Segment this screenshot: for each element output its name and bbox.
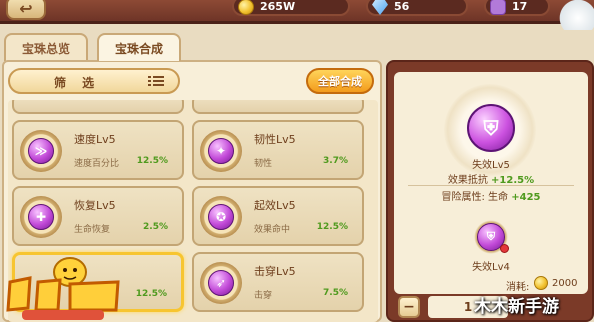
coin-icon <box>238 0 254 15</box>
adventure-attr-value: +425 <box>511 192 541 203</box>
speed-gem-icon: ≫ <box>28 138 54 164</box>
gem-name: 恢复Lv5 <box>74 199 116 212</box>
gem-card-toughness[interactable]: ✦ 韧性Lv5 韧性 3.7% <box>192 120 364 180</box>
gem-card-partial[interactable] <box>192 100 364 114</box>
filter-label: 筛 选 <box>54 76 101 90</box>
gem-frame: ≫ <box>20 130 62 172</box>
synthesize-all-button[interactable]: 全部合成 <box>306 68 374 94</box>
gem-name: 击穿Lv5 <box>254 265 296 278</box>
synthesis-detail-panel: ⛨ 失效Lv5 效果抵抗 +12.5% 冒险属性: 生命 +425 ⛨ 失效Lv… <box>386 60 594 322</box>
result-gem-name: 失效Lv5 <box>472 160 510 171</box>
game-logo <box>6 257 120 320</box>
tab-gem-synthesis[interactable]: 宝珠合成 <box>97 33 181 61</box>
synthesis-detail-card: ⛨ 失效Lv5 效果抵抗 +12.5% 冒险属性: 生命 +425 ⛨ 失效Lv… <box>394 72 588 294</box>
coin-icon <box>534 276 548 290</box>
gem-name: 起效Lv5 <box>254 199 296 212</box>
dice-icon <box>490 0 506 15</box>
gem-value: 12.5% <box>135 289 167 299</box>
adventure-attr-label: 冒险属性: 生命 <box>441 192 509 203</box>
material-gem-name: 失效Lv4 <box>472 262 510 273</box>
item-amount: 17 <box>512 0 528 13</box>
gem-frame: ✪ <box>200 196 242 238</box>
diamond-amount: 56 <box>394 0 410 13</box>
gem-frame: ➶ <box>200 262 242 304</box>
toughness-gem-icon: ✦ <box>208 138 234 164</box>
gem-frame: ✚ <box>20 196 62 238</box>
gem-card-speed[interactable]: ≫ 速度Lv5 速度百分比 12.5% <box>12 120 184 180</box>
gem-value: 7.5% <box>323 288 348 298</box>
tab-gem-overview[interactable]: 宝珠总览 <box>4 33 88 61</box>
diamond-counter: 56 <box>366 0 468 16</box>
decrease-button[interactable]: − <box>398 296 420 318</box>
gem-name: 速度Lv5 <box>74 133 116 146</box>
gem-value: 2.5% <box>143 222 168 232</box>
gem-attribute: 生命恢复 <box>74 225 111 235</box>
gem-name: 韧性Lv5 <box>254 133 296 146</box>
gem-card-recovery[interactable]: ✚ 恢复Lv5 生命恢复 2.5% <box>12 186 184 246</box>
back-arrow-icon: ↩ <box>19 0 33 18</box>
gem-value: 12.5% <box>316 222 348 232</box>
tab-gem-overview-label: 宝珠总览 <box>21 41 70 56</box>
gem-card-effect-hit[interactable]: ✪ 起效Lv5 效果命中 12.5% <box>192 186 364 246</box>
adventure-attr-line: 冒险属性: 生命 +425 <box>394 188 588 203</box>
gem-card-penetrate[interactable]: ➶ 击穿Lv5 击穿 7.5% <box>192 252 364 312</box>
cost-label: 消耗: <box>506 282 530 293</box>
shield-gem-icon: ⛨ <box>467 104 515 152</box>
gem-attribute: 速度百分比 <box>74 159 120 169</box>
gem-value: 12.5% <box>136 156 168 166</box>
count-badge-icon <box>500 244 509 253</box>
cloud-decoration <box>554 0 594 30</box>
recovery-gem-icon: ✚ <box>28 204 54 230</box>
back-button[interactable]: ↩ <box>6 0 46 20</box>
top-bar: ↩ 265W 56 17 <box>0 0 594 30</box>
divider <box>408 185 574 186</box>
filter-button[interactable]: 筛 选 <box>8 68 180 94</box>
tab-gem-synthesis-label: 宝珠合成 <box>114 41 163 56</box>
gem-attribute: 韧性 <box>254 159 273 169</box>
coin-counter: 265W <box>232 0 350 16</box>
gem-attribute: 击穿 <box>254 291 273 301</box>
gem-attribute: 效果命中 <box>254 225 291 235</box>
list-filter-icon <box>148 75 164 88</box>
penetrate-gem-icon: ➶ <box>208 270 234 296</box>
effect-hit-gem-icon: ✪ <box>208 204 234 230</box>
effect-resist-line: 效果抵抗 +12.5% <box>394 171 588 186</box>
gem-frame: ✦ <box>200 130 242 172</box>
diamond-icon <box>372 0 388 15</box>
item-counter: 17 <box>484 0 550 16</box>
gem-value: 3.7% <box>323 156 348 166</box>
watermark-text: 木木新手游 <box>474 297 559 317</box>
coin-amount: 265W <box>260 0 296 13</box>
cost-value: 2000 <box>552 278 578 289</box>
gem-card-partial[interactable] <box>12 100 184 114</box>
